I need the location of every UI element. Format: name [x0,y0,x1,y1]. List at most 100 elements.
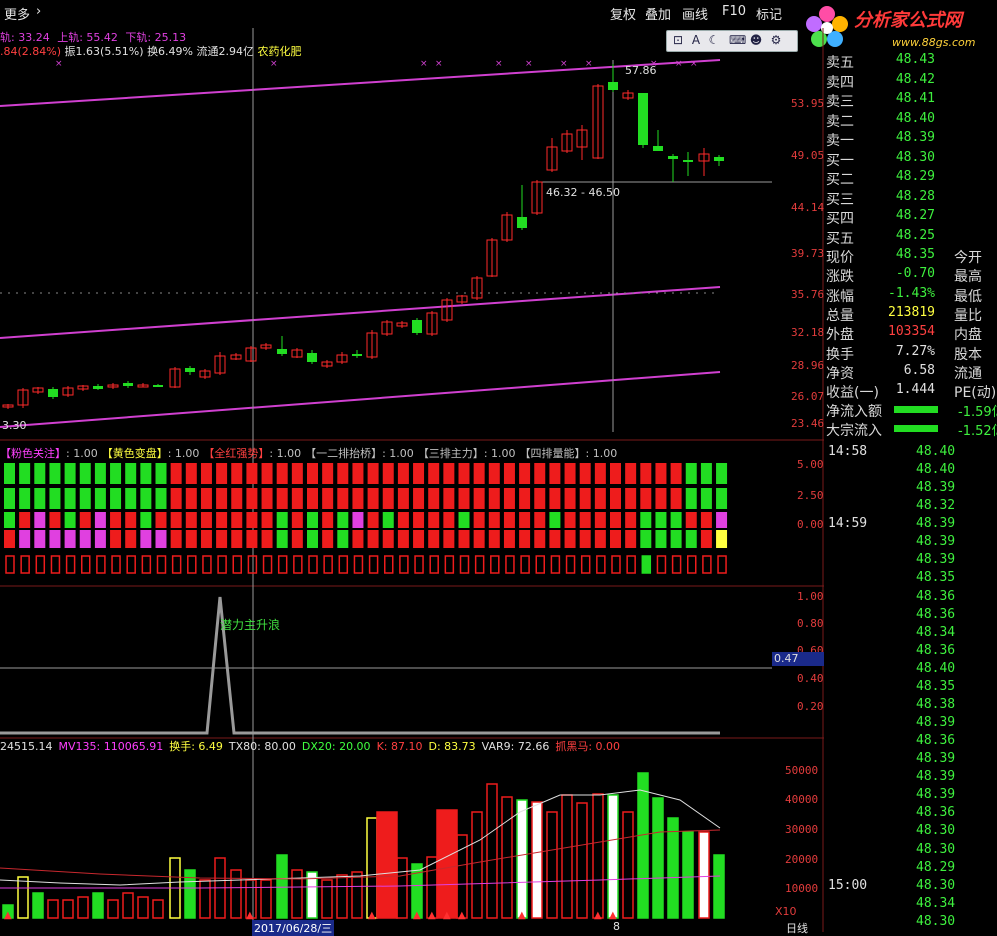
candle-body [185,368,195,372]
candle-body [668,156,678,159]
ind1-row3-block [685,512,697,528]
ind1-row4-block [382,530,394,548]
ind2-axis-label: 0.40 [797,672,824,685]
ind1-item-name: 【三排主力】 [417,447,484,460]
bid-label: 买一 [826,152,854,169]
ind1-row2-block [367,488,379,509]
stat-label2: 内盘 [954,327,982,344]
ind1-row1-block [670,463,682,484]
volume-bar [260,879,272,919]
chart-canvas[interactable]: × × × × × × × × × × × ▲ ▲ ▲ ▲ ▲ ▲ ▲ ▲ ▲ ▲ [0,0,824,932]
price-axis-label: 32.18 [791,326,825,339]
ind1-row2-block [413,488,425,509]
ind1-row5-block [96,555,106,574]
ind1-row4-block [716,530,728,548]
flow-bar [894,406,938,414]
ind1-item-name: 【一二排抬桥】 [305,447,383,460]
stat-row: 总量 213819 量比 [824,305,997,324]
ind1-row2-block [19,488,31,509]
ind1-row1-block [140,463,152,484]
ind1-row4-block [610,530,621,548]
indicator2-label: 潜力主升浪 [220,618,281,632]
ind1-row2-block [655,488,667,509]
ind1-row1-block [443,463,455,484]
logo-title: 分析家公式网 [854,10,962,31]
ind1-row3-block [382,512,394,528]
low-price-label: 3.30 [2,419,27,432]
bid-price: 48.25 [895,227,935,243]
tick-row: 48.38 [826,697,997,715]
ind1-row3-block [700,512,712,528]
candle-body [638,93,648,145]
candle-body [277,349,287,354]
ind1-row5-block [111,555,121,574]
ind1-row2-block [594,488,606,509]
ind1-row1-block [579,463,591,484]
ask-price: 48.43 [895,52,935,67]
price-axis-label: 23.46 [791,417,825,430]
tick-row: 48.30 [826,823,997,841]
price-axis-label: 26.07 [791,390,825,403]
ind1-row1-block [549,463,561,484]
price-axis-label: 39.73 [791,247,825,260]
volume-bar [17,876,29,919]
tick-row: 48.39 [826,751,997,769]
bid-row: 买二 48.29 [824,169,997,188]
ind1-row3-block [170,512,182,528]
candle-body [683,160,693,162]
ind1-axis-label: 5.00 [797,458,824,471]
tick-row: 15:00 48.30 [826,878,997,896]
tick-price: 48.36 [916,805,956,821]
ind2-axis-label: 0.20 [797,700,824,713]
ind1-row4-block [94,530,106,548]
ind1-row5-block [217,555,227,574]
ind1-row4-block [640,530,652,548]
tick-row: 48.32 [826,498,997,516]
ind3-header-item: K: 87.10 [376,740,423,753]
ind1-item-value: : 1.00 [585,447,618,460]
ind1-axis-label: 2.50 [797,489,824,502]
ind1-row4-block [488,530,500,548]
ind1-row3-block [337,512,349,528]
tick-row: 48.40 [826,661,997,679]
ind1-row1-block [170,463,182,484]
ind1-row2-block [519,488,531,509]
stat-value: -1.43% [888,285,935,301]
volume-bar [516,799,528,919]
ask-label: 卖二 [826,113,854,130]
stat-value: 103354 [888,324,935,340]
ind1-row5-block [459,555,470,574]
top-x-marker: × [420,59,428,69]
volume-bar [351,871,363,919]
ind1-row5-block [550,555,561,574]
ind1-row3-block [443,512,455,528]
ind1-row3-block [610,512,621,528]
ind1-row2-block [473,488,485,509]
ind1-row3-block [473,512,485,528]
tick-price: 48.30 [916,841,956,857]
ind3-header-item: MV135: 110065.91 [58,740,164,753]
ind1-row1-block [534,463,546,484]
ind1-row4-block [503,530,515,548]
ind1-item-value: : 1.00 [66,447,98,460]
ind1-row1-block [79,463,91,484]
top-x-marker: × [560,59,568,69]
ind1-axis-label: 0.00 [797,518,824,531]
ind1-row1-block [625,463,637,484]
ind1-row1-block [155,463,167,484]
candle-body [714,157,724,161]
tick-price: 48.40 [916,462,956,478]
ind1-row4-block [367,530,379,548]
ind1-row2-block [231,488,243,509]
ind1-row3-block [549,512,561,528]
ask-row: 卖三 48.41 [824,91,997,110]
ind1-row3-block [200,512,212,528]
stat-label: 净资 [826,365,854,382]
ind3-header-item: TX80: 80.00 [228,740,296,753]
ind1-row1-block [125,463,137,484]
stat-row: 净资 6.58 流通 [824,363,997,382]
ind1-row2-block [246,488,258,509]
ind1-row2-block [140,488,152,509]
ind1-row4-block [231,530,243,548]
bid-price: 48.30 [895,149,935,165]
